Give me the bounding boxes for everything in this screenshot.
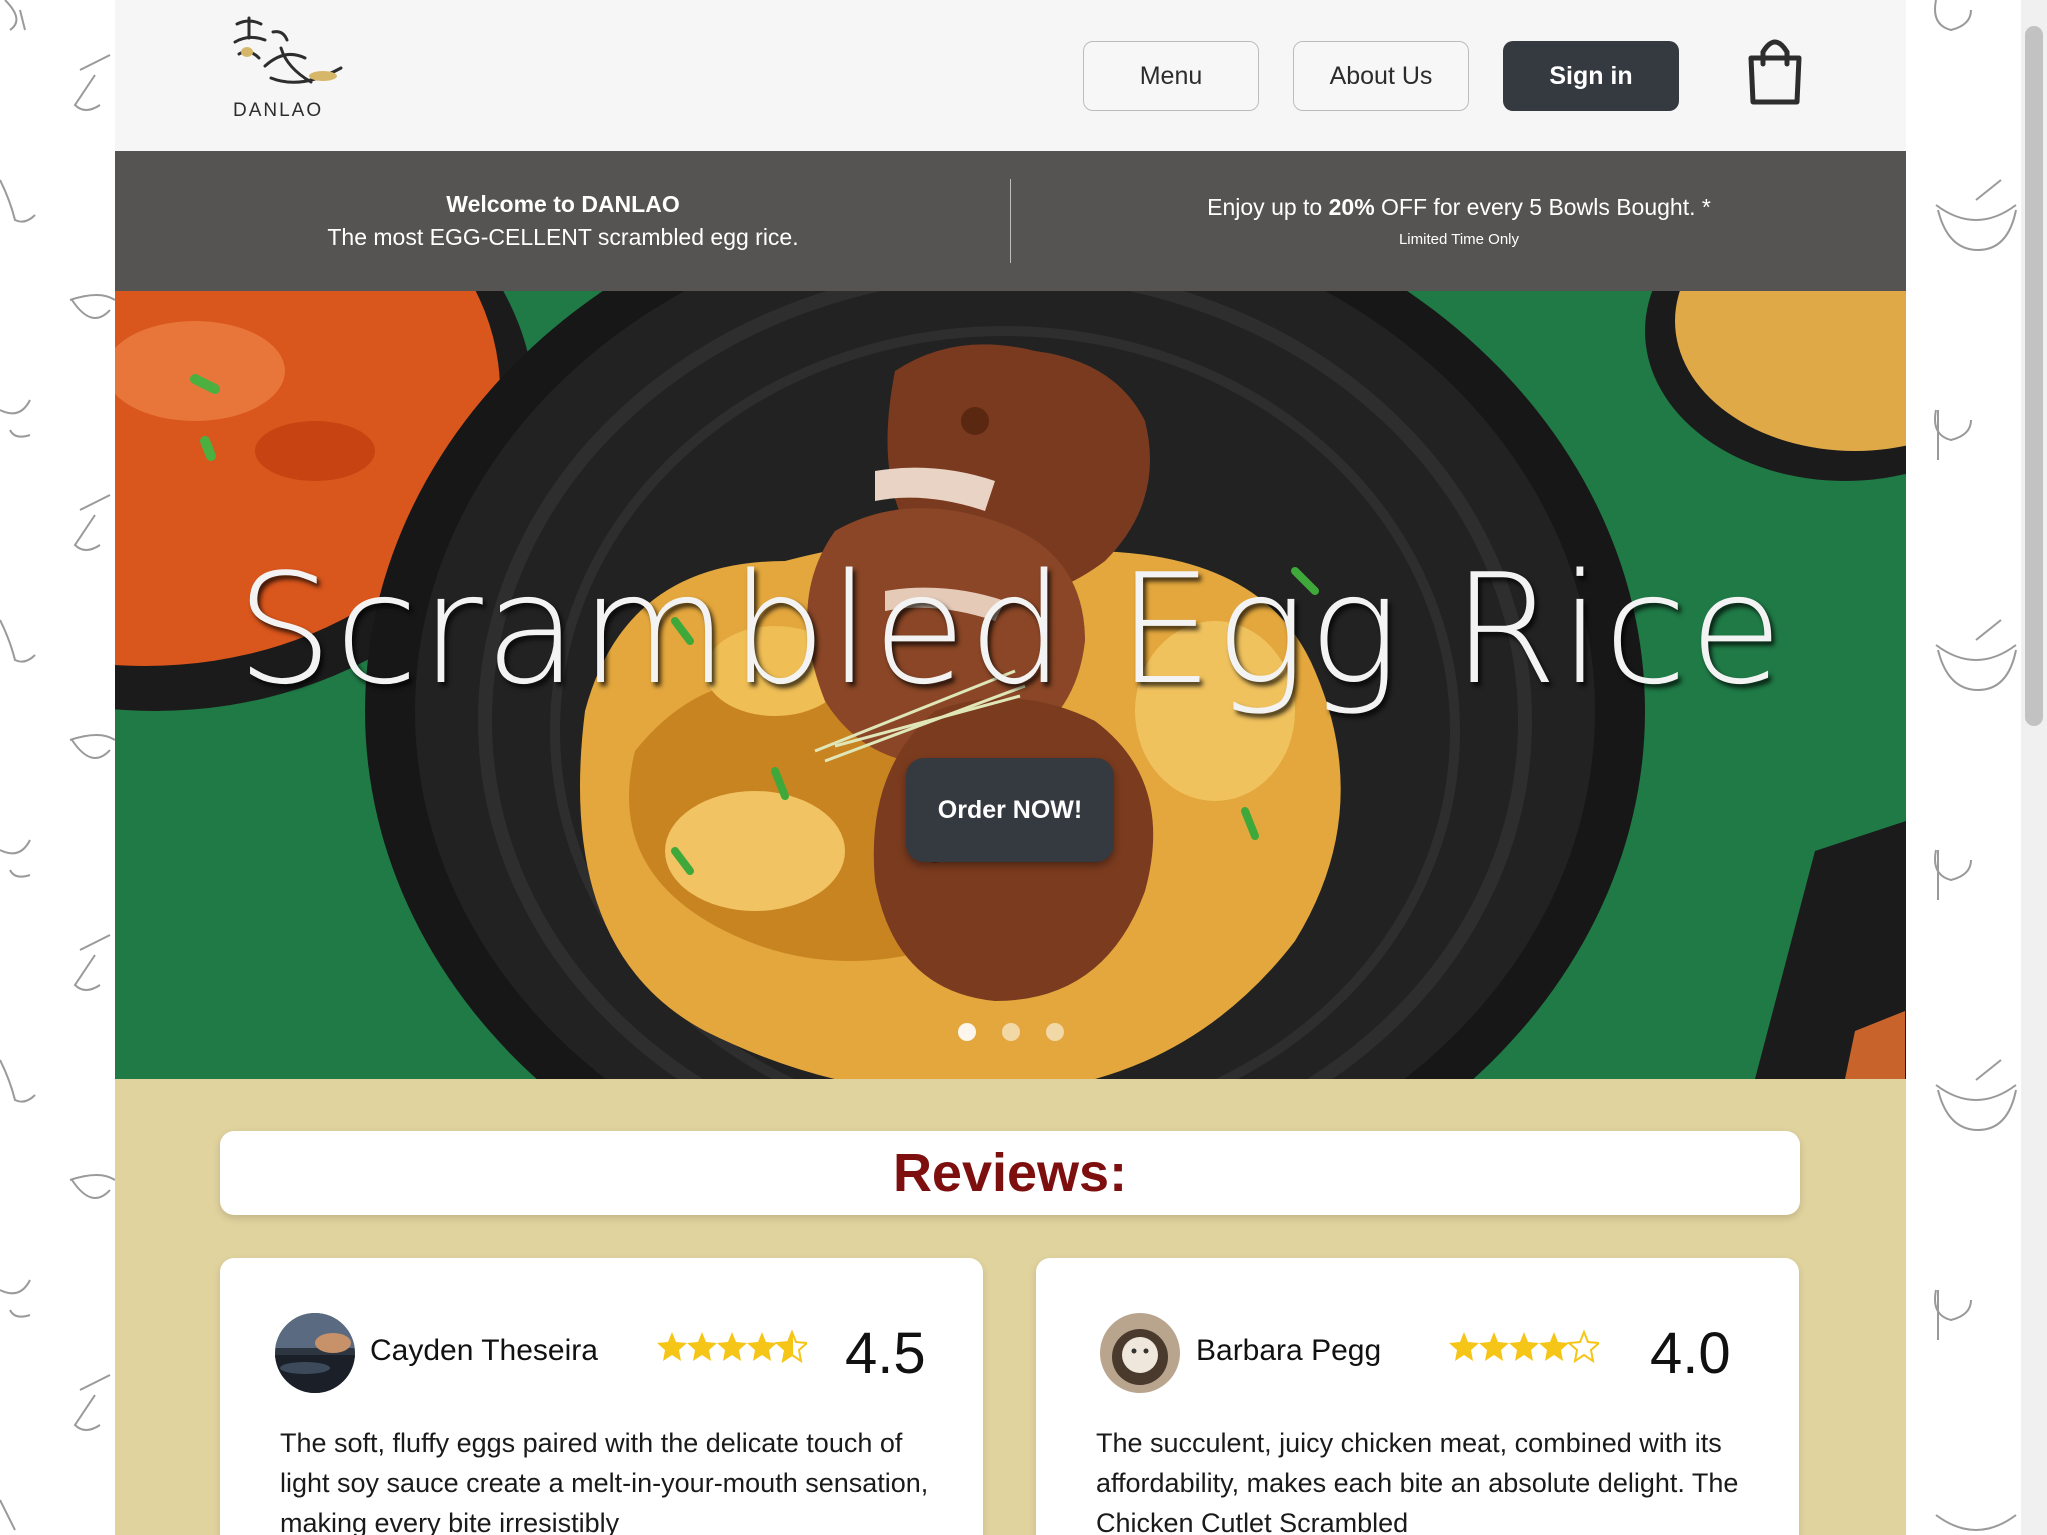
carousel-dot-1[interactable] [958,1023,976,1041]
hero-carousel: Scrambled Egg Rice Order NOW! [115,291,1906,1079]
carousel-dot-3[interactable] [1046,1023,1064,1041]
offer-percent: 20% [1328,194,1375,220]
reviewer-name: Cayden Theseira [370,1334,598,1367]
review-text: The succulent, juicy chicken meat, combi… [1096,1428,1739,1535]
right-pattern-strip [1906,0,2021,1535]
offer-suffix: OFF for every 5 Bowls Bought. * [1374,194,1711,220]
mortar-pestle-pattern-icon [1934,0,2017,1531]
offer-limited-note: Limited Time Only [1398,231,1520,248]
hero-title: Scrambled Egg Rice [236,541,1785,718]
avatar [1100,1313,1180,1393]
welcome-tagline: The most EGG-CELLENT scrambled egg rice. [327,224,799,250]
promo-banner: Welcome to DANLAO The most EGG-CELLENT s… [115,151,1906,291]
menu-button[interactable]: Menu [1083,41,1259,111]
welcome-block: Welcome to DANLAO The most EGG-CELLENT s… [115,151,1011,291]
scrollbar[interactable] [2021,0,2047,1535]
offer-text: Enjoy up to 20% OFF for every 5 Bowls Bo… [1207,194,1711,221]
reviews-heading-box: Reviews: [220,1131,1800,1215]
about-us-button[interactable]: About Us [1293,41,1469,111]
review-card: Cayden Theseira 4.5 The soft, fluffy egg… [220,1258,983,1535]
offer-block: Enjoy up to 20% OFF for every 5 Bowls Bo… [1012,151,1906,291]
star-rating-icon [657,1330,807,1364]
star-rating-icon [1449,1330,1599,1364]
carousel-indicators [958,1023,1064,1041]
sign-in-button[interactable]: Sign in [1503,41,1679,111]
logo-text: DANLAO [233,100,324,121]
shopping-bag-icon[interactable] [1745,34,1805,106]
review-card: Barbara Pegg 4.0 The succulent, juicy ch… [1036,1258,1799,1535]
rating-value: 4.0 [1650,1321,1731,1386]
offer-prefix: Enjoy up to [1207,194,1329,220]
order-now-button[interactable]: Order NOW! [906,758,1114,862]
mortar-pestle-pattern-icon [0,0,115,1531]
avatar [275,1313,355,1393]
left-pattern-strip [0,0,115,1535]
rating-value: 4.5 [845,1321,926,1386]
reviewer-name: Barbara Pegg [1196,1334,1382,1367]
page-content: DANLAO Menu About Us Sign in Welcome to … [115,0,1906,1535]
scrollbar-thumb[interactable] [2025,26,2043,726]
site-header: DANLAO Menu About Us Sign in [115,0,1906,152]
reviews-heading: Reviews: [892,1143,1128,1203]
review-text: The soft, fluffy eggs paired with the de… [280,1428,929,1535]
carousel-dot-2[interactable] [1002,1023,1020,1041]
logo-calligraphy-icon [233,16,343,84]
welcome-heading: Welcome to DANLAO [446,191,680,217]
promo-divider [1010,179,1011,263]
